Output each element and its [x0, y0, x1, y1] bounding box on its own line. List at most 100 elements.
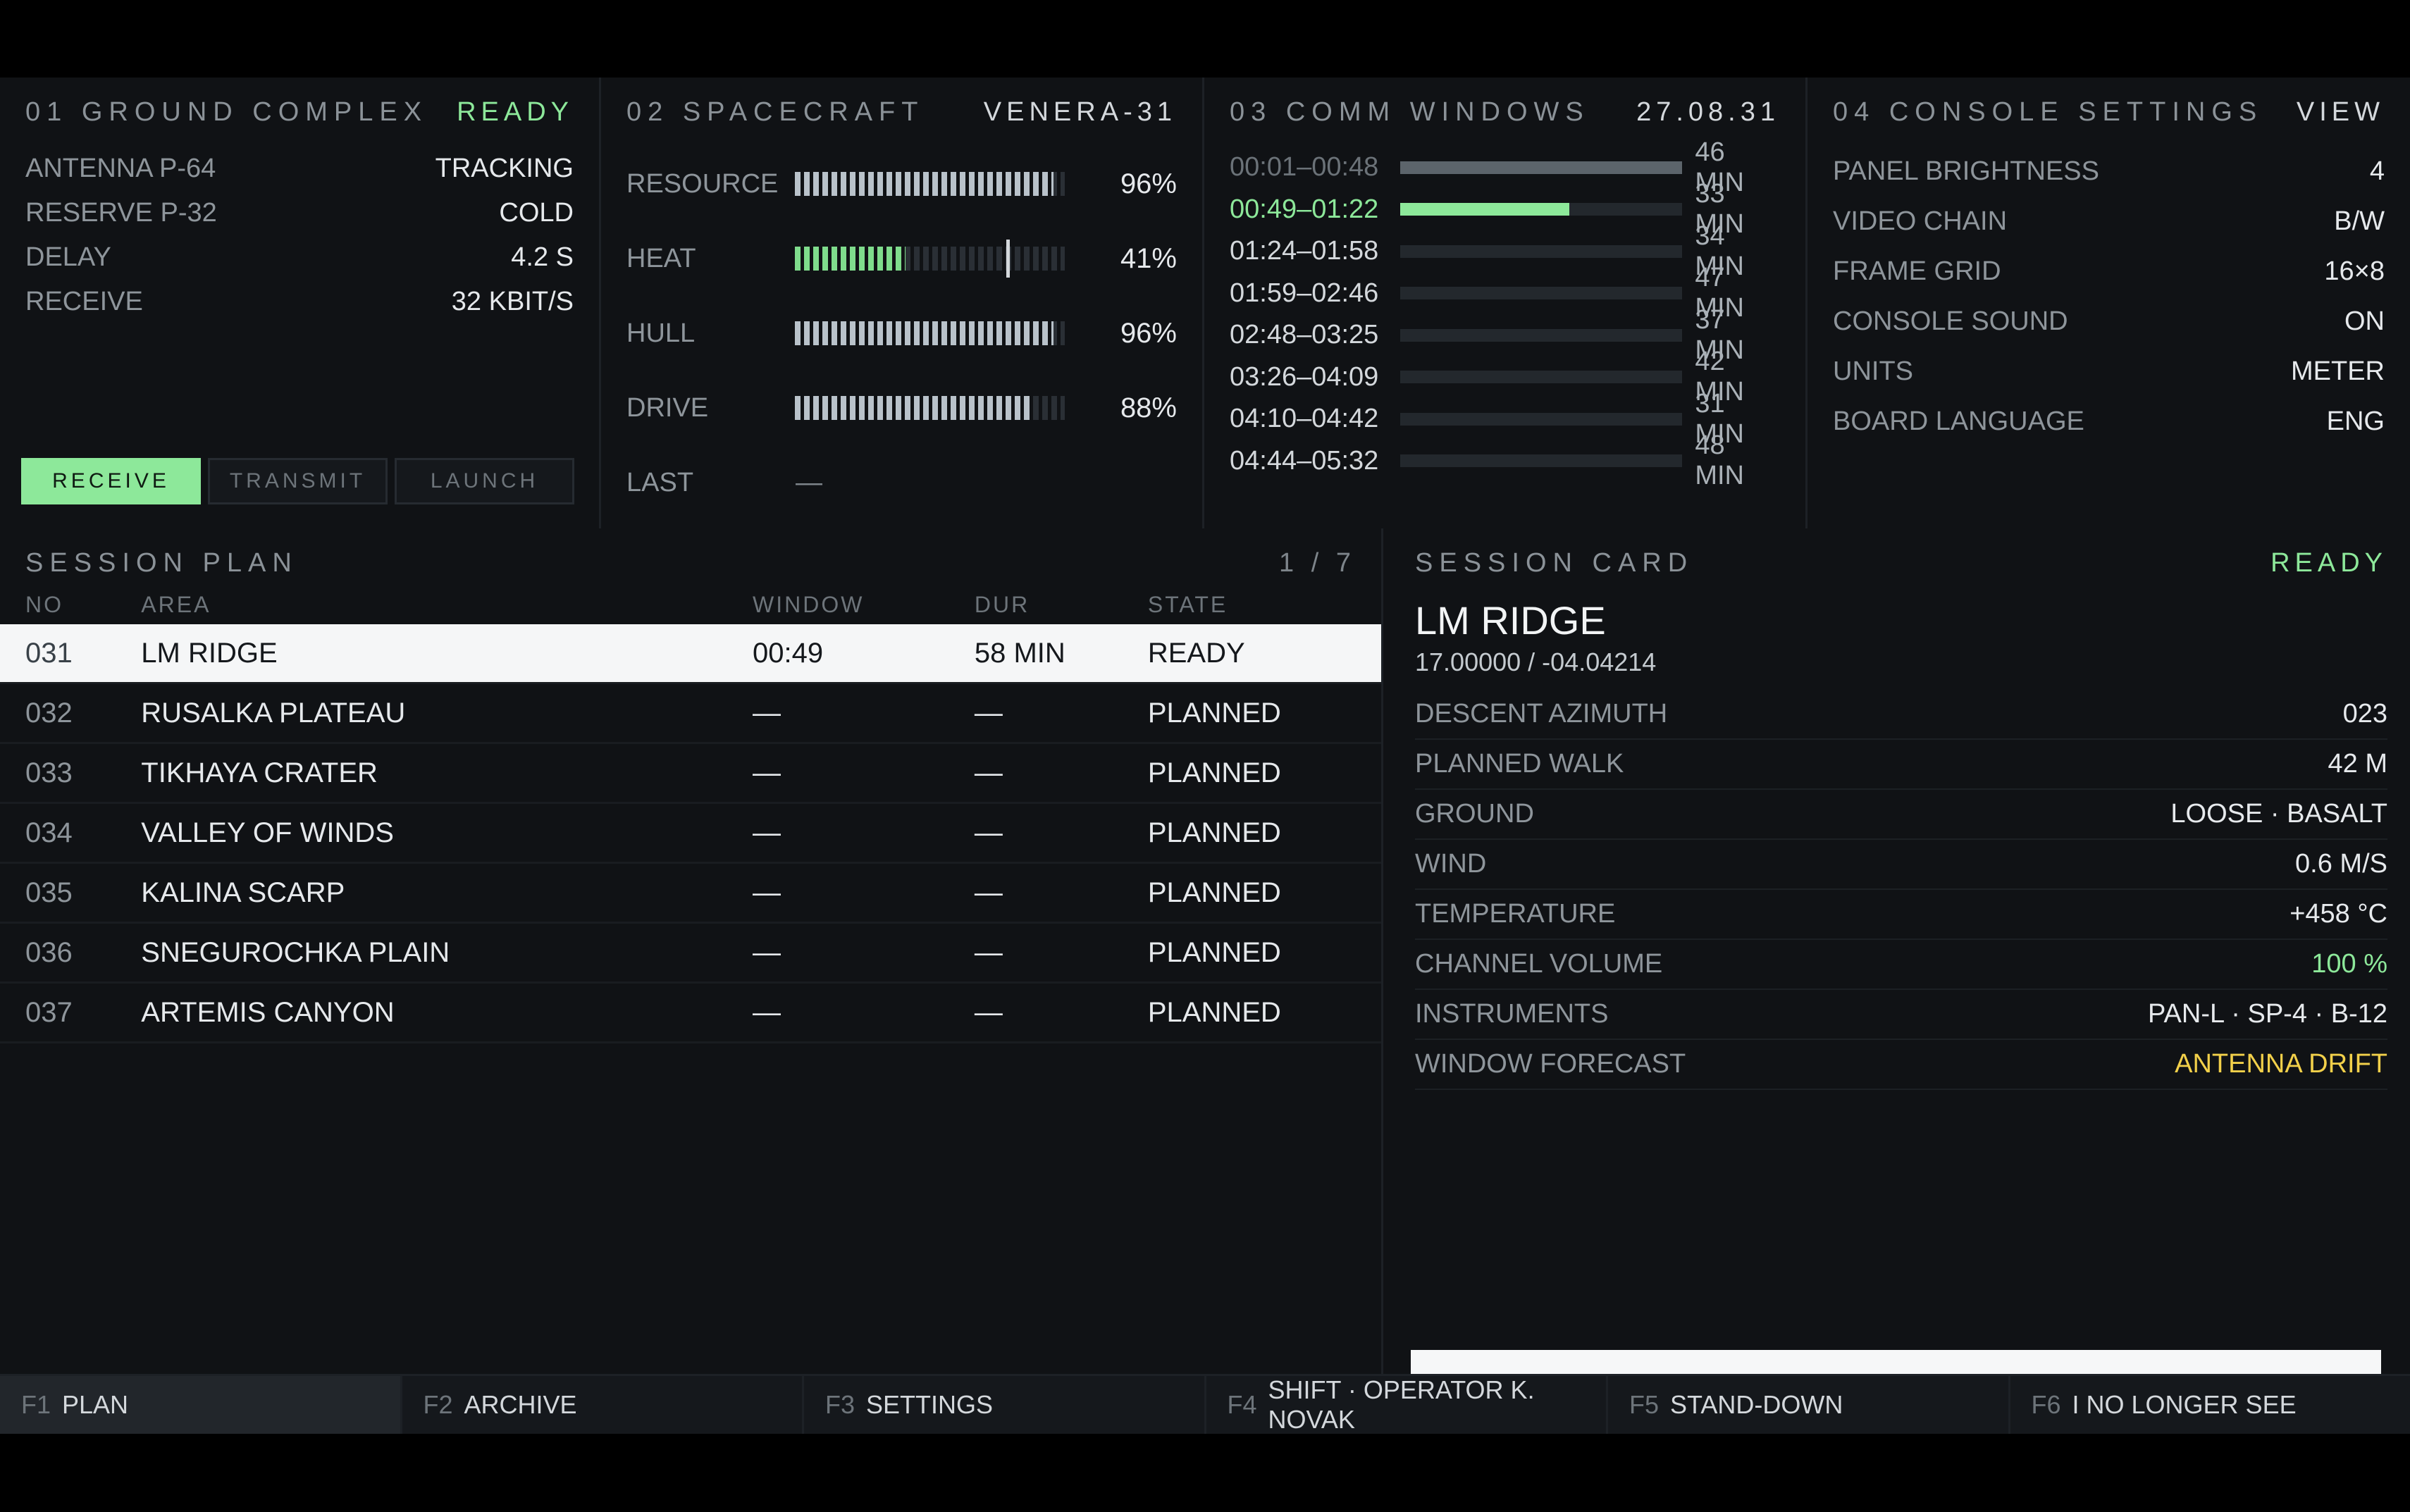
detail-value: PAN-L · SP-4 · B-12	[2148, 999, 2387, 1029]
table-row[interactable]: 037 ARTEMIS CANYON — — PLANNED	[0, 984, 1381, 1043]
setting-row[interactable]: BOARD LANGUAGE ENG	[1833, 397, 2385, 447]
spacecraft-panel: 02 SPACECRAFT VENERA-31 RESOURCE 96% HEA…	[601, 78, 1204, 528]
gauge-fill	[794, 247, 906, 271]
window-time: 01:59–02:46	[1230, 278, 1379, 308]
fkey-f2[interactable]: F2 ARCHIVE	[402, 1376, 804, 1434]
session-window: —	[753, 876, 781, 908]
detail-key: CHANNEL VOLUME	[1415, 949, 1663, 979]
fkey-label: I NO LONGER SEE	[2072, 1390, 2297, 1419]
status-badge: READY	[2270, 548, 2387, 578]
setting-key: UNITS	[1833, 357, 1913, 386]
gauge-fill	[794, 321, 1054, 345]
panel-header: 02 SPACECRAFT VENERA-31	[626, 97, 1177, 147]
fkey-f1[interactable]: F1 PLAN	[0, 1376, 402, 1434]
table-row[interactable]: 034 VALLEY OF WINDS — — PLANNED	[0, 804, 1381, 864]
gauge-value: 41%	[1120, 242, 1177, 274]
session-duration: —	[974, 817, 1003, 848]
fkey-f4[interactable]: F4 SHIFT · OPERATOR K. NOVAK	[1206, 1375, 1608, 1434]
status-strip: 01 GROUND COMPLEX READY ANTENNA P-64 TRAC…	[0, 78, 2410, 528]
setting-row[interactable]: UNITS METER	[1833, 347, 2385, 397]
session-number: 031	[25, 637, 73, 669]
setting-key: BOARD LANGUAGE	[1833, 407, 2084, 436]
fkey-f6[interactable]: F6 I NO LONGER SEE	[2010, 1376, 2410, 1434]
gauge-label: RESOURCE	[626, 168, 779, 199]
table-header: NO AREA WINDOW DUR STATE	[0, 585, 1381, 624]
kv-key: RESERVE P-32	[25, 198, 217, 228]
session-card-panel: SESSION CARD READY LM RIDGE 17.00000 / -…	[1385, 528, 2410, 1374]
setting-key: VIDEO CHAIN	[1833, 206, 2008, 236]
session-window: —	[753, 757, 781, 788]
table-row[interactable]: 033 TIKHAYA CRATER — — PLANNED	[0, 744, 1381, 804]
column-dur: DUR	[974, 591, 1030, 617]
gauge-bar	[794, 321, 1065, 345]
kv-row: RESERVE P-32 COLD	[25, 191, 574, 235]
setting-row[interactable]: VIDEO CHAIN B/W	[1833, 197, 2385, 247]
session-coordinates: 17.00000 / -04.04214	[1415, 647, 1657, 676]
last-value: —	[796, 467, 822, 497]
fkey-number: F1	[21, 1390, 51, 1419]
detail-key: DESCENT AZIMUTH	[1415, 699, 1668, 729]
gauge-resource: RESOURCE 96%	[626, 147, 1177, 221]
setting-row[interactable]: PANEL BRIGHTNESS 4	[1833, 147, 2385, 197]
table-row[interactable]: 031 LM RIDGE 00:49 58 MIN READY	[0, 624, 1381, 684]
window-progress-bar	[1400, 328, 1683, 342]
comm-window-row[interactable]: 04:44–05:32 48 MIN	[1230, 430, 1780, 490]
gauge-value: 96%	[1120, 317, 1177, 349]
window-progress-bar	[1400, 244, 1683, 258]
session-duration: —	[974, 876, 1003, 908]
gauge-value: 96%	[1120, 168, 1177, 199]
comm-window-list: 00:01–00:48 46 MIN 00:49–01:22 33 MIN 01:24–…	[1230, 137, 1780, 491]
fkey-f3[interactable]: F3 SETTINGS	[804, 1376, 1206, 1434]
fkey-f5[interactable]: F5 STAND-DOWN	[1608, 1376, 2010, 1434]
fkey-number: F6	[2031, 1390, 2061, 1419]
receive-button[interactable]: RECEIVE	[21, 458, 201, 504]
window-progress-fill	[1400, 161, 1683, 174]
window-time: 04:10–04:42	[1230, 404, 1379, 434]
session-area: RUSALKA PLATEAU	[141, 697, 406, 729]
gauge-bar	[794, 172, 1065, 196]
session-area: LM RIDGE	[141, 637, 278, 669]
mode-button-group: RECEIVE TRANSMIT LAUNCH	[21, 458, 574, 504]
panel-title: SESSION CARD	[1415, 548, 1694, 578]
panel-title: 02 SPACECRAFT	[626, 97, 925, 127]
session-area: TIKHAYA CRATER	[141, 757, 378, 788]
launch-button[interactable]: LAUNCH	[395, 458, 574, 504]
session-window: —	[753, 996, 781, 1028]
session-window: 00:49	[753, 637, 824, 669]
session-area: VALLEY OF WINDS	[141, 817, 394, 848]
gauge-limit-marker	[1006, 240, 1010, 278]
window-time: 02:48–03:25	[1230, 320, 1379, 350]
table-row[interactable]: 036 SNEGUROCHKA PLAIN — — PLANNED	[0, 924, 1381, 984]
session-state: PLANNED	[1147, 996, 1281, 1028]
kv-row: RECEIVE 32 KBIT/S	[25, 280, 574, 324]
setting-row[interactable]: CONSOLE SOUND ON	[1833, 297, 2385, 347]
detail-value: +458 °C	[2290, 899, 2387, 929]
kv-row: DELAY 4.2 S	[25, 235, 574, 280]
setting-row[interactable]: FRAME GRID 16×8	[1833, 247, 2385, 297]
setting-value: B/W	[2334, 206, 2385, 236]
spacecraft-name: VENERA-31	[983, 97, 1177, 127]
setting-key: FRAME GRID	[1833, 256, 2001, 286]
view-button[interactable]: VIEW	[2297, 97, 2385, 128]
fkey-label: ARCHIVE	[464, 1390, 577, 1419]
session-window: —	[753, 936, 781, 968]
transmit-button[interactable]: TRANSMIT	[208, 458, 388, 504]
window-time: 03:26–04:09	[1230, 361, 1379, 392]
panel-title: 03 COMM WINDOWS	[1230, 97, 1590, 127]
column-area: AREA	[141, 591, 211, 617]
gauge-fill	[794, 172, 1054, 196]
detail-row: CHANNEL VOLUME 100 %	[1415, 940, 2387, 990]
detail-row: PLANNED WALK 42 M	[1415, 740, 2387, 790]
gauge-hull: HULL 96%	[626, 296, 1177, 371]
panel-header: SESSION CARD READY	[1415, 548, 2387, 593]
function-key-bar: F1 PLAN F2 ARCHIVE F3 SETTINGS F4 SHIFT · OPERA…	[0, 1374, 2410, 1434]
kv-value: TRACKING	[435, 154, 574, 183]
session-duration: 58 MIN	[974, 637, 1065, 669]
table-row[interactable]: 035 KALINA SCARP — — PLANNED	[0, 864, 1381, 924]
detail-key: WINDOW FORECAST	[1415, 1049, 1686, 1079]
detail-value: 42 M	[2328, 749, 2387, 779]
comm-windows-panel: 03 COMM WINDOWS 27.08.31 00:01–00:48 46 M…	[1204, 78, 1808, 528]
detail-row: DESCENT AZIMUTH 023	[1415, 690, 2387, 740]
table-row[interactable]: 032 RUSALKA PLATEAU — — PLANNED	[0, 684, 1381, 744]
session-name: LM RIDGE	[1415, 598, 1606, 643]
